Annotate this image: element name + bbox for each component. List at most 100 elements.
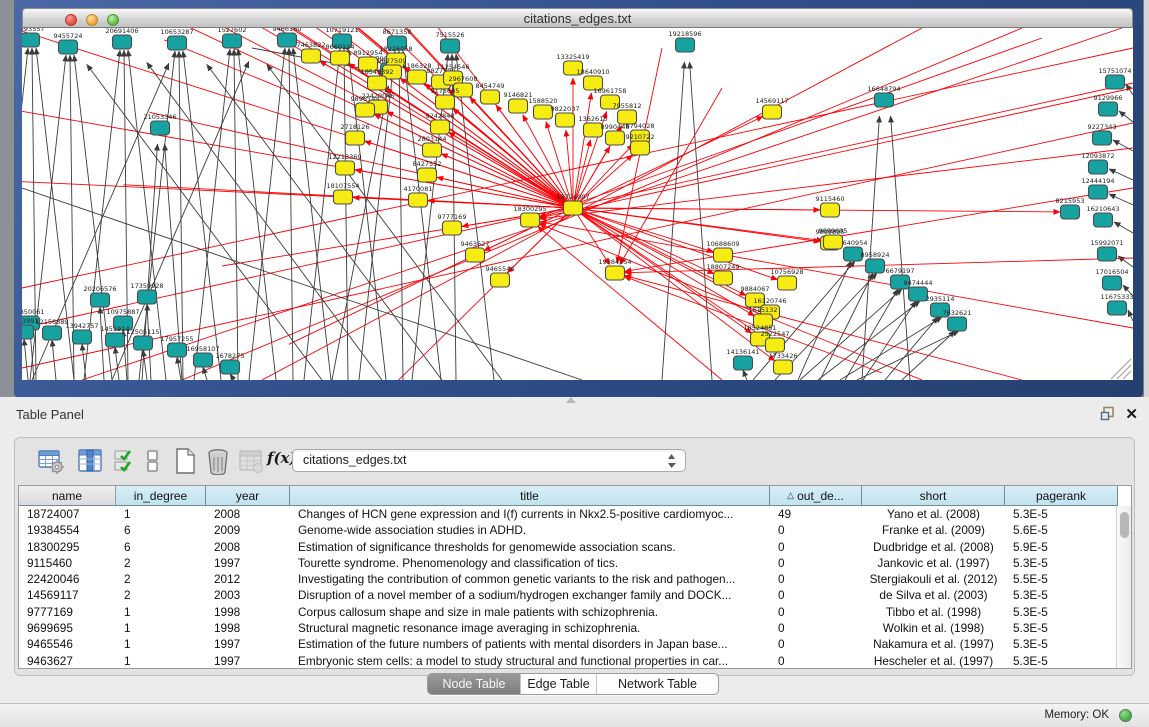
table-body: 1872400712008Changes of HCN gene express… — [19, 506, 1131, 669]
graph-node[interactable]: 7632621 — [943, 309, 972, 331]
graph-node-label: 1527602 — [218, 28, 247, 34]
tab-node-table[interactable]: Node Table — [428, 674, 520, 694]
graph-node[interactable]: 16648794 — [867, 85, 900, 107]
graph-node[interactable]: 7463822 — [297, 41, 326, 63]
graph-node-label: 9822037 — [551, 105, 580, 113]
graph-node[interactable]: 9175685 — [431, 87, 460, 109]
graph-node[interactable]: 16210643 — [1086, 205, 1119, 227]
graph-node-label: 15751074 — [1098, 67, 1131, 75]
column-header-pagerank[interactable]: pagerank — [1005, 486, 1118, 506]
cell-title: Tourette syndrome. Phenomenology and cla… — [290, 555, 770, 571]
cell-out_degree: 0 — [770, 555, 862, 571]
graph-node[interactable]: 7515526 — [436, 31, 465, 53]
table-row[interactable]: 946554611997Estimation of the future num… — [19, 636, 1131, 652]
cell-name: 19384554 — [19, 522, 116, 538]
column-header-title[interactable]: title — [290, 486, 770, 506]
sort-indicator-icon: △ — [787, 490, 794, 501]
background-window-sliver — [1143, 0, 1149, 397]
table-row[interactable]: 911546021997Tourette syndrome. Phenomeno… — [19, 555, 1131, 571]
graph-node[interactable]: 9822037 — [551, 105, 580, 127]
table-row[interactable]: 1830029562008Estimation of significance … — [19, 539, 1131, 555]
graph-node[interactable]: 8454749 — [476, 82, 505, 104]
column-header-year[interactable]: year — [206, 486, 290, 506]
graph-node[interactable]: 17359928 — [130, 282, 163, 304]
column-select-icon[interactable] — [76, 447, 104, 475]
graph-node[interactable]: 19218596 — [668, 30, 701, 52]
graph-node[interactable]: 14136141 — [726, 348, 759, 370]
graph-node-label: 1588520 — [529, 97, 558, 105]
graph-node[interactable]: 18807249 — [706, 263, 739, 285]
graph-node-label: 9175685 — [431, 87, 460, 95]
tab-edge-table[interactable]: Edge Table — [520, 674, 596, 694]
graph-node[interactable]: 12213369 — [328, 153, 361, 175]
graph-node[interactable]: 8215953 — [1056, 197, 1085, 219]
graph-node[interactable]: 21053346 — [143, 113, 176, 135]
graph-node[interactable]: 12156889 — [35, 318, 68, 340]
table-row[interactable]: 2242004622012Investigating the contribut… — [19, 571, 1131, 587]
table-row[interactable]: 1872400712008Changes of HCN gene express… — [19, 506, 1131, 522]
column-header-short[interactable]: short — [862, 486, 1005, 506]
graph-node-label: 8454749 — [476, 82, 505, 90]
scrollbar-thumb[interactable] — [1120, 512, 1129, 538]
graph-node[interactable]: 9210722 — [626, 133, 655, 155]
table-row[interactable]: 1938455462009Genome-wide association stu… — [19, 522, 1131, 538]
float-panel-icon[interactable] — [1100, 406, 1116, 422]
graph-node[interactable]: 9777169 — [438, 213, 467, 235]
graph-node-label: 8660124 — [326, 43, 355, 51]
cell-year: 1998 — [206, 620, 290, 636]
graph-node[interactable]: 19384554 — [598, 258, 631, 280]
table-row[interactable]: 977716911998Corpus callosum shape and si… — [19, 604, 1131, 620]
column-header-in_degree[interactable]: in_degree — [116, 486, 206, 506]
network-window-titlebar[interactable]: citations_edges.txt — [22, 8, 1133, 28]
tab-network-table[interactable]: Network Table — [596, 674, 718, 694]
graph-node[interactable]: 8660124 — [326, 43, 355, 65]
graph-node[interactable]: 1733426 — [769, 352, 798, 374]
graph-node[interactable]: 9463627 — [461, 240, 490, 262]
graph-node[interactable]: 17016504 — [1095, 268, 1128, 290]
function-builder-icon[interactable]: f(x) — [267, 449, 295, 477]
table-vertical-scrollbar[interactable] — [1116, 506, 1131, 668]
stacked-boxes-icon[interactable] — [139, 447, 167, 475]
close-panel-icon[interactable]: ✕ — [1125, 405, 1138, 423]
table-row[interactable]: 969969511998Structural magnetic resonanc… — [19, 620, 1131, 636]
delete-table-icon[interactable] — [204, 447, 232, 475]
graph-node-label: 12505115 — [126, 328, 159, 336]
graph-node[interactable]: 9242848 — [426, 112, 455, 134]
citation-network-graph[interactable]: 2493557945572420691406106532871527602946… — [22, 28, 1133, 380]
graph-node[interactable]: 9129966 — [1094, 94, 1123, 116]
graph-node[interactable]: 1451914 — [101, 325, 130, 347]
import-table-icon[interactable] — [237, 447, 265, 475]
graph-node[interactable]: 15992071 — [1090, 239, 1123, 261]
table-selector-dropdown[interactable]: citations_edges.txt — [292, 449, 686, 472]
cell-title: Changes of HCN gene expression and I(f) … — [290, 506, 770, 522]
column-header-out_degree[interactable]: △out_de... — [770, 486, 862, 506]
graph-node[interactable]: 12093872 — [1081, 152, 1114, 174]
cell-out_degree: 0 — [770, 620, 862, 636]
graph-node-label: 2935114 — [926, 295, 955, 303]
graph-node-label: 9129966 — [1094, 94, 1123, 102]
graph-node[interactable]: 9465546 — [486, 265, 515, 287]
graph-node[interactable]: 11675333 — [1100, 293, 1133, 315]
graph-node[interactable]: 9227343 — [1088, 123, 1117, 145]
graph-node-label: 1451914 — [101, 325, 130, 333]
graph-node[interactable]: 1527602 — [218, 28, 247, 48]
cell-out_degree: 0 — [770, 636, 862, 652]
new-table-icon[interactable] — [171, 447, 199, 475]
table-settings-icon[interactable] — [37, 447, 65, 475]
graph-node[interactable]: 18107554 — [326, 182, 359, 204]
graph-node[interactable]: 7955812 — [613, 102, 642, 124]
graph-node[interactable]: 14569117 — [755, 97, 788, 119]
graph-node[interactable]: 9115460 — [816, 195, 845, 217]
network-canvas[interactable]: 2493557945572420691406106532871527602946… — [22, 28, 1133, 380]
graph-node-label: 2522547 — [761, 330, 790, 338]
graph-node-label: 18640910 — [576, 68, 609, 76]
column-header-name[interactable]: name — [19, 486, 116, 506]
select-rows-icon[interactable] — [111, 447, 139, 475]
graph-node[interactable]: 20206576 — [83, 285, 116, 307]
graph-node[interactable]: 13942757 — [65, 322, 98, 344]
table-row[interactable]: 1456911722003Disruption of a novel membe… — [19, 587, 1131, 603]
table-row[interactable]: 946362711997Embryonic stem cells: a mode… — [19, 653, 1131, 669]
graph-node[interactable]: 20691406 — [105, 28, 138, 49]
graph-node[interactable]: 4170081 — [404, 185, 433, 207]
graph-node[interactable]: 10653287 — [160, 28, 193, 50]
